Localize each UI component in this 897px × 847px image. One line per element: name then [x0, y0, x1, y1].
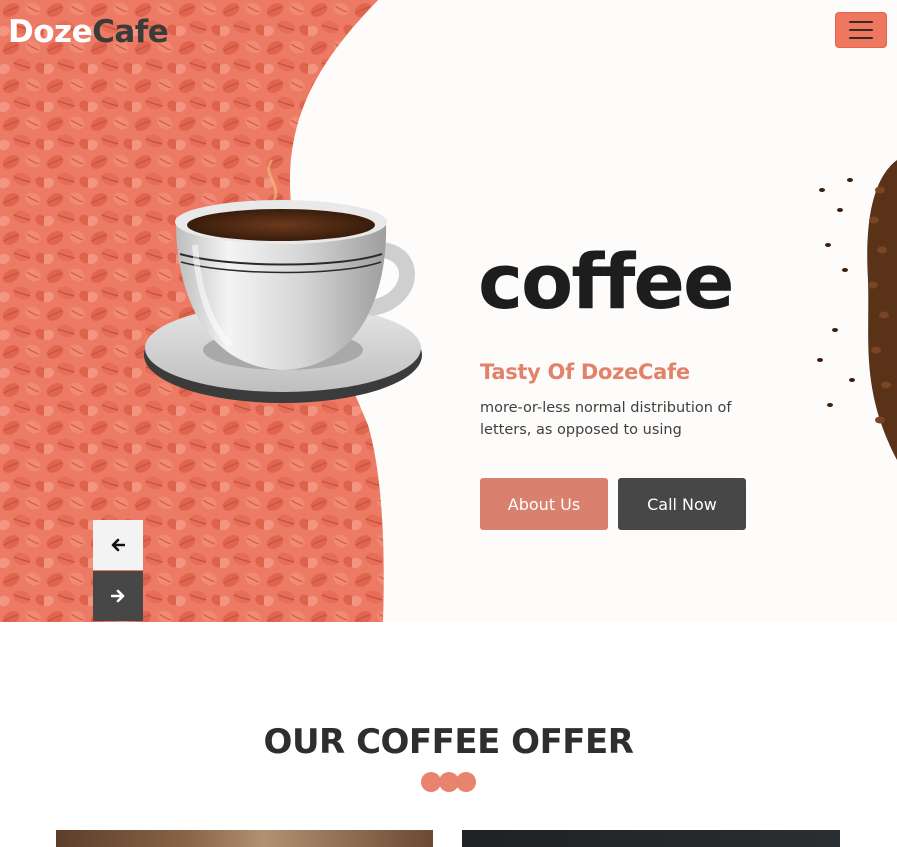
divider-dot	[456, 772, 476, 792]
hero-section: DozeCafe coffee Tasty Of DozeCafe more-o…	[0, 0, 897, 622]
coffee-beans-image	[817, 160, 897, 460]
hamburger-menu-button[interactable]	[835, 12, 887, 48]
hero-subtitle: Tasty Of DozeCafe	[480, 360, 690, 384]
hero-description: more-or-less normal distribution of lett…	[480, 400, 732, 438]
logo-text-cafe: Cafe	[92, 14, 169, 50]
arrow-left-icon	[111, 538, 125, 552]
brand-logo[interactable]: DozeCafe	[8, 12, 169, 52]
carousel-prev-button[interactable]	[93, 520, 143, 570]
hamburger-menu-icon	[849, 21, 873, 23]
offer-card-image[interactable]	[462, 830, 840, 847]
arrow-right-icon	[111, 589, 125, 603]
call-now-button[interactable]: Call Now	[618, 478, 746, 530]
logo-text-doze: Doze	[8, 14, 93, 50]
hamburger-menu-bar	[849, 29, 873, 31]
section-title: OUR COFFEE OFFER	[263, 722, 634, 762]
call-now-label: Call Now	[647, 494, 717, 514]
about-us-label: About Us	[507, 494, 581, 514]
about-us-button[interactable]: About Us	[480, 478, 608, 530]
carousel-next-button[interactable]	[93, 571, 143, 621]
divider-dot	[421, 772, 441, 792]
hamburger-menu-bar	[849, 37, 873, 39]
coffee-cup-image	[144, 159, 422, 403]
offer-card-image[interactable]	[56, 830, 433, 847]
title-divider-dots	[421, 772, 477, 792]
hero-headline: coffee	[478, 237, 734, 326]
